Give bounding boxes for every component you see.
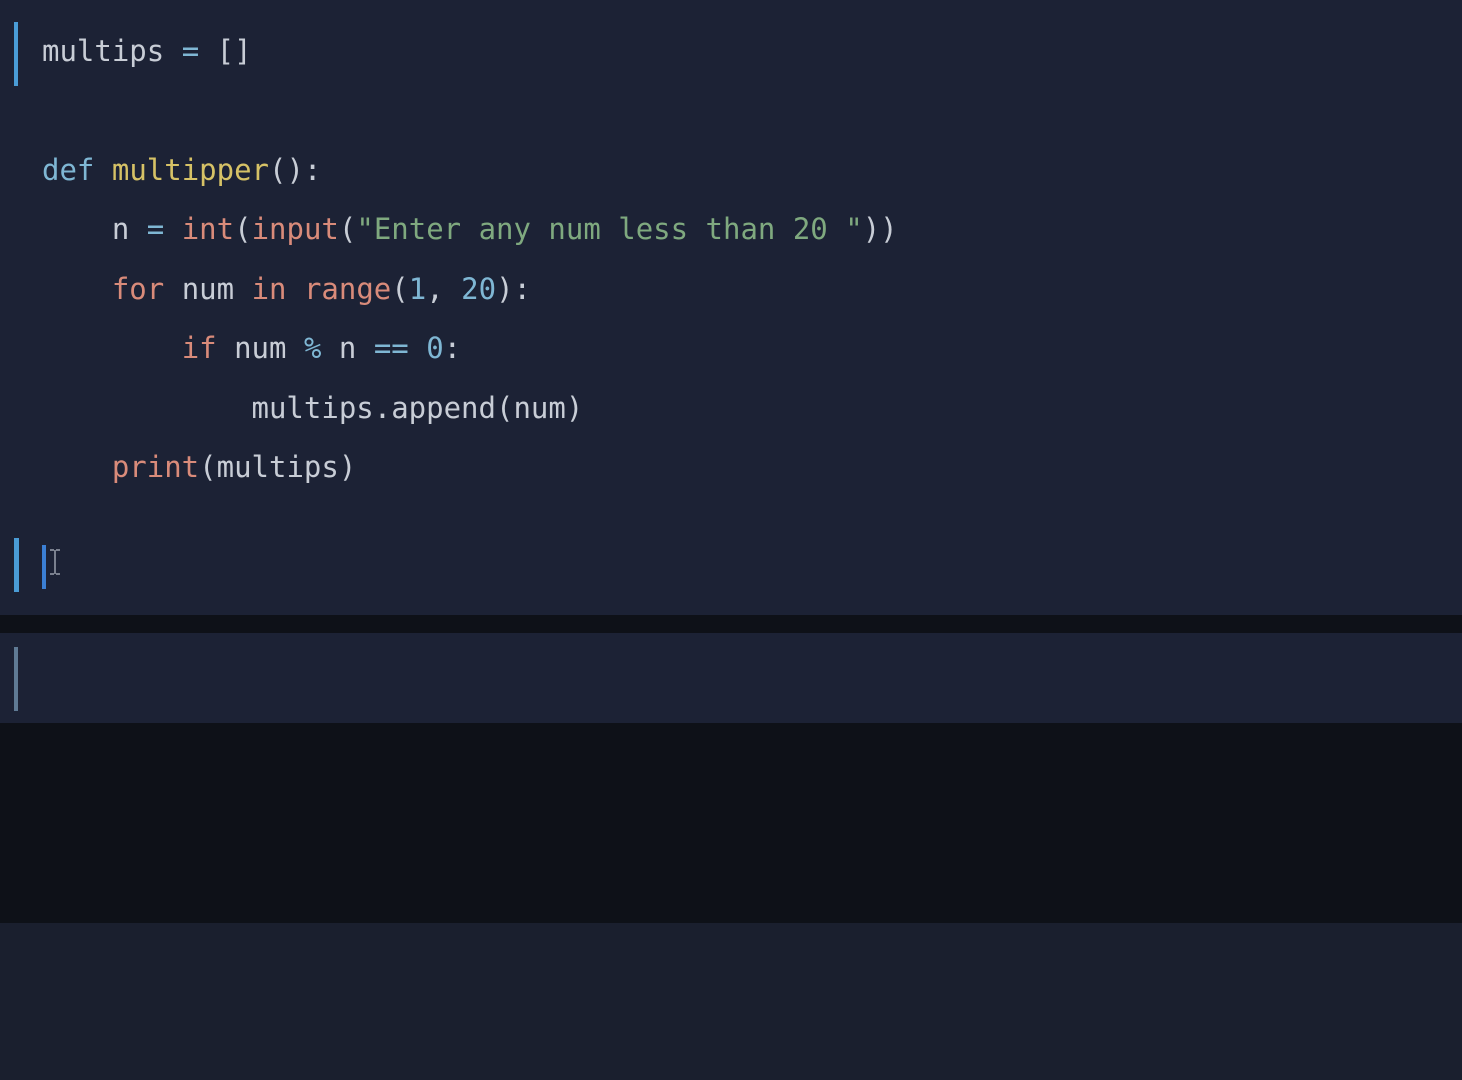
code-cell-1[interactable]: multips = [] def multipper(): n = int(in… — [0, 0, 1462, 520]
token-variable: multips — [217, 450, 339, 484]
ibeam-cursor-icon — [48, 548, 62, 576]
code-line[interactable]: def multipper(): — [42, 141, 1462, 200]
token-comma: , — [426, 272, 443, 306]
token-operator: = — [182, 34, 199, 68]
token-builtin-print: print — [112, 450, 199, 484]
cell-execution-marker — [14, 538, 19, 592]
code-line[interactable]: for num in range(1, 20): — [42, 260, 1462, 319]
token-variable: n — [339, 331, 356, 365]
token-paren: ( — [339, 212, 356, 246]
code-line[interactable]: n = int(input("Enter any num less than 2… — [42, 200, 1462, 259]
code-line-blank[interactable] — [42, 81, 1462, 140]
token-brackets: [] — [217, 34, 252, 68]
token-string: "Enter any num less than 20 " — [356, 212, 862, 246]
token-variable: num — [182, 272, 234, 306]
token-variable: multips — [252, 391, 374, 425]
token-number: 1 — [409, 272, 426, 306]
cell-separator — [0, 615, 1462, 633]
code-line[interactable]: multips.append(num) — [42, 379, 1462, 438]
token-builtin-int: int — [182, 212, 234, 246]
token-variable: multips — [42, 34, 164, 68]
token-paren: ) — [339, 450, 356, 484]
token-builtin-range: range — [304, 272, 391, 306]
token-variable: num — [234, 331, 286, 365]
token-number: 20 — [461, 272, 496, 306]
token-function-name: multipper — [112, 153, 269, 187]
token-number: 0 — [426, 331, 443, 365]
cell-execution-marker — [14, 647, 18, 711]
token-operator-eq: == — [374, 331, 409, 365]
token-paren: ( — [391, 272, 408, 306]
token-builtin-input: input — [252, 212, 339, 246]
token-variable: num — [513, 391, 565, 425]
token-method-append: append — [391, 391, 496, 425]
code-line[interactable]: print(multips) — [42, 438, 1462, 497]
token-keyword-def: def — [42, 153, 94, 187]
token-paren: ( — [496, 391, 513, 425]
token-paren: ): — [496, 272, 531, 306]
code-line[interactable]: multips = [] — [42, 22, 1462, 81]
token-variable: n — [112, 212, 129, 246]
text-cursor — [42, 545, 46, 589]
token-keyword-if: if — [182, 331, 217, 365]
token-dot: . — [374, 391, 391, 425]
token-paren: ( — [199, 450, 216, 484]
token-paren: )) — [863, 212, 898, 246]
token-keyword-for: for — [112, 272, 164, 306]
token-paren: ) — [566, 391, 583, 425]
token-paren: ( — [234, 212, 251, 246]
token-keyword-in: in — [252, 272, 287, 306]
empty-code-cell[interactable] — [0, 633, 1462, 723]
cell-execution-marker — [14, 22, 18, 86]
bottom-area — [0, 723, 1462, 923]
token-parens: (): — [269, 153, 321, 187]
token-operator-mod: % — [304, 331, 321, 365]
token-operator: = — [147, 212, 164, 246]
token-colon: : — [444, 331, 461, 365]
code-line[interactable]: if num % n == 0: — [42, 319, 1462, 378]
active-code-cell[interactable] — [0, 520, 1462, 615]
